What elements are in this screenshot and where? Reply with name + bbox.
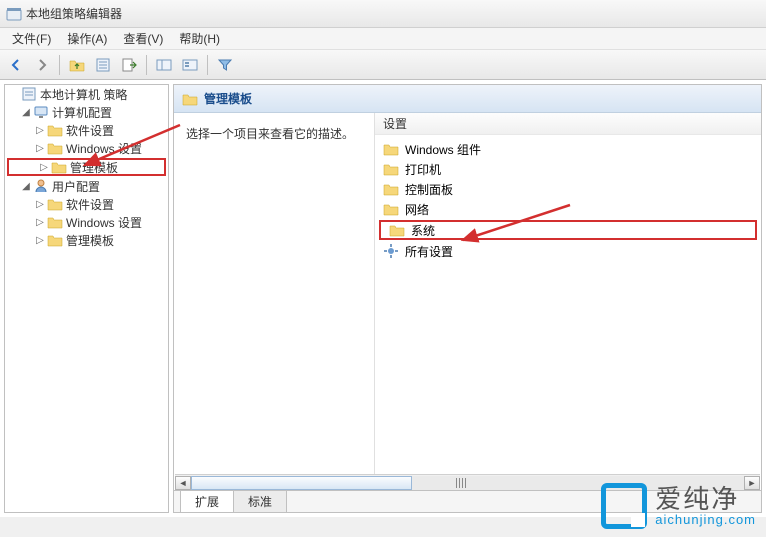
list-item-label: 系统: [411, 222, 435, 239]
scroll-thumb[interactable]: [191, 476, 412, 490]
tab-standard[interactable]: 标准: [233, 491, 287, 513]
window-titlebar: 本地组策略编辑器: [0, 0, 766, 28]
scroll-grip-icon: [456, 478, 468, 488]
expand-icon[interactable]: ▷: [33, 235, 47, 246]
tree-label: 管理模板: [70, 159, 118, 176]
details-title: 管理模板: [204, 90, 252, 107]
folder-icon: [47, 232, 63, 248]
computer-icon: [33, 104, 49, 120]
refresh-button[interactable]: [178, 53, 202, 77]
folder-icon: [51, 159, 67, 175]
tree-panel[interactable]: 本地计算机 策略 ◢ 计算机配置 ▷ 软件设置 ▷ Windows 设置 ▷ 管…: [4, 84, 169, 513]
collapse-icon[interactable]: ◢: [19, 107, 33, 118]
folder-icon: [389, 222, 405, 238]
tab-extended[interactable]: 扩展: [180, 491, 234, 513]
tree-label: 软件设置: [66, 196, 114, 213]
tree-label: 软件设置: [66, 122, 114, 139]
content-area: 本地计算机 策略 ◢ 计算机配置 ▷ 软件设置 ▷ Windows 设置 ▷ 管…: [0, 80, 766, 517]
list-item-label: 网络: [405, 201, 429, 218]
details-body: 选择一个项目来查看它的描述。 设置 Windows 组件 打印机 控制面板: [174, 113, 761, 490]
folder-icon: [383, 201, 399, 217]
list-item-system[interactable]: 系统: [379, 220, 757, 240]
properties-button[interactable]: [91, 53, 115, 77]
details-header: 管理模板: [174, 85, 761, 113]
folder-icon: [47, 140, 63, 156]
toolbar-separator: [146, 55, 147, 75]
expand-icon[interactable]: ▷: [33, 199, 47, 210]
tree-uc-windows[interactable]: ▷ Windows 设置: [5, 213, 168, 231]
list-item-control-panel[interactable]: 控制面板: [375, 179, 761, 199]
window-title: 本地组策略编辑器: [26, 5, 122, 22]
collapse-icon[interactable]: ◢: [19, 181, 33, 192]
folder-icon: [47, 196, 63, 212]
export-list-button[interactable]: [117, 53, 141, 77]
settings-icon: [383, 243, 399, 259]
list-item-network[interactable]: 网络: [375, 199, 761, 219]
up-one-level-button[interactable]: [65, 53, 89, 77]
nav-back-button[interactable]: [4, 53, 28, 77]
menu-action[interactable]: 操作(A): [59, 28, 115, 49]
menu-help[interactable]: 帮助(H): [171, 28, 228, 49]
toolbar: [0, 50, 766, 80]
folder-icon: [47, 214, 63, 230]
tree-root[interactable]: 本地计算机 策略: [5, 85, 168, 103]
watermark-brand: 爱纯净: [655, 486, 756, 512]
filter-button[interactable]: [213, 53, 237, 77]
folder-icon: [47, 122, 63, 138]
tree-computer-config[interactable]: ◢ 计算机配置: [5, 103, 168, 121]
folder-icon: [182, 91, 198, 107]
list-item-label: 打印机: [405, 161, 441, 178]
column-header-setting[interactable]: 设置: [375, 113, 761, 135]
tree-label: 计算机配置: [52, 104, 112, 121]
show-hide-tree-button[interactable]: [152, 53, 176, 77]
tree-cc-software[interactable]: ▷ 软件设置: [5, 121, 168, 139]
folder-icon: [383, 161, 399, 177]
toolbar-separator: [59, 55, 60, 75]
tree-cc-admin-templates[interactable]: ▷ 管理模板: [7, 158, 166, 176]
description-prompt: 选择一个项目来查看它的描述。: [186, 125, 362, 142]
tree-user-config[interactable]: ◢ 用户配置: [5, 177, 168, 195]
nav-forward-button[interactable]: [30, 53, 54, 77]
app-icon: [6, 6, 22, 22]
tree-label: Windows 设置: [66, 140, 142, 157]
user-icon: [33, 178, 49, 194]
expand-icon[interactable]: ▷: [33, 143, 47, 154]
list-item-label: 控制面板: [405, 181, 453, 198]
expand-icon[interactable]: ▷: [33, 125, 47, 136]
watermark: 爱纯净 aichunjing.com: [601, 483, 756, 529]
list-item-windows-components[interactable]: Windows 组件: [375, 139, 761, 159]
menu-file[interactable]: 文件(F): [4, 28, 59, 49]
list-item-all-settings[interactable]: 所有设置: [375, 241, 761, 261]
expand-icon[interactable]: ▷: [37, 162, 51, 173]
scroll-left-button[interactable]: ◄: [175, 476, 191, 490]
list-item-printers[interactable]: 打印机: [375, 159, 761, 179]
tree-uc-admin-templates[interactable]: ▷ 管理模板: [5, 231, 168, 249]
toolbar-separator: [207, 55, 208, 75]
tree-cc-windows[interactable]: ▷ Windows 设置: [5, 139, 168, 157]
folder-icon: [383, 181, 399, 197]
tree-label: 本地计算机 策略: [40, 86, 127, 103]
details-panel: 管理模板 选择一个项目来查看它的描述。 设置 Windows 组件 打印机: [173, 84, 762, 513]
settings-list-column: 设置 Windows 组件 打印机 控制面板: [374, 113, 761, 490]
watermark-url: aichunjing.com: [655, 512, 756, 527]
list-item-label: 所有设置: [405, 243, 453, 260]
policy-icon: [21, 86, 37, 102]
tree-label: 用户配置: [52, 178, 100, 195]
tree-label: Windows 设置: [66, 214, 142, 231]
description-column: 选择一个项目来查看它的描述。: [174, 113, 374, 490]
expand-icon[interactable]: ▷: [33, 217, 47, 228]
settings-list: Windows 组件 打印机 控制面板 网络: [375, 135, 761, 265]
tree-label: 管理模板: [66, 232, 114, 249]
folder-icon: [383, 141, 399, 157]
menu-view[interactable]: 查看(V): [115, 28, 171, 49]
menubar: 文件(F) 操作(A) 查看(V) 帮助(H): [0, 28, 766, 50]
watermark-logo-icon: [601, 483, 647, 529]
list-item-label: Windows 组件: [405, 141, 481, 158]
tree-uc-software[interactable]: ▷ 软件设置: [5, 195, 168, 213]
